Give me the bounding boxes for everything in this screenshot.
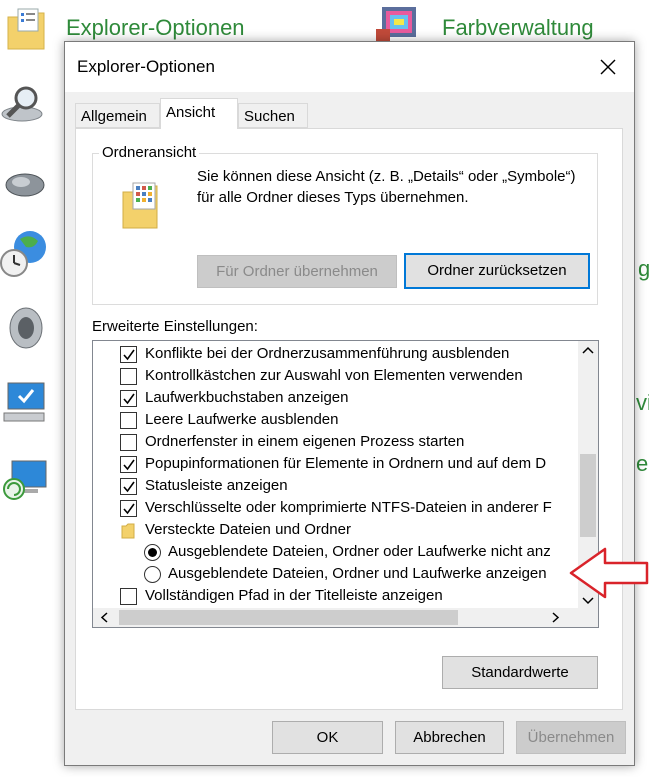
scroll-right-icon[interactable] [545, 608, 565, 627]
scroll-left-icon[interactable] [95, 608, 115, 627]
checkbox-unchecked[interactable] [120, 412, 137, 429]
folder-view-legend: Ordneransicht [99, 144, 200, 161]
folder-view-description: Sie können diese Ansicht (z. B. „Details… [197, 168, 576, 206]
list-item[interactable]: Vollständigen Pfad in der Titelleiste an… [93, 586, 563, 608]
folder-view-icon [121, 182, 159, 234]
checkbox-checked[interactable] [120, 500, 137, 517]
dialog-titlebar[interactable]: Explorer-Optionen [65, 42, 634, 92]
computer-icon[interactable] [2, 381, 48, 429]
list-item-label: Statusleiste anzeigen [145, 477, 288, 494]
list-item[interactable]: Ausgeblendete Dateien, Ordner und Laufwe… [93, 564, 563, 586]
checkbox-unchecked[interactable] [120, 588, 137, 605]
list-item[interactable]: Verschlüsselte oder komprimierte NTFS-Da… [93, 498, 563, 520]
checkbox-checked[interactable] [120, 346, 137, 363]
background-text-fragment: er [636, 451, 649, 476]
close-button[interactable] [588, 47, 628, 87]
checkbox-unchecked[interactable] [120, 434, 137, 451]
list-item-label: Ordnerfenster in einem eigenen Prozess s… [145, 433, 465, 450]
mouse-icon[interactable] [4, 170, 46, 204]
list-item[interactable]: Laufwerkbuchstaben anzeigen [93, 388, 563, 410]
sound-icon[interactable] [6, 306, 46, 354]
control-panel-link-color-management[interactable]: Farbverwaltung [442, 15, 594, 41]
checkbox-checked[interactable] [120, 456, 137, 473]
apply-button[interactable]: Übernehmen [516, 721, 626, 754]
ok-button[interactable]: OK [272, 721, 383, 754]
restore-defaults-button[interactable]: Standardwerte [442, 656, 598, 689]
list-item-label: Vollständigen Pfad in der Titelleiste an… [145, 587, 443, 604]
list-item-label: Konflikte bei der Ordnerzusammenführung … [145, 345, 510, 362]
apply-to-folders-button[interactable]: Für Ordner übernehmen [197, 255, 397, 288]
background-text-fragment: g [638, 256, 649, 281]
list-item-label: Leere Laufwerke ausblenden [145, 411, 339, 428]
list-item-label: Versteckte Dateien und Ordner [145, 521, 351, 538]
list-item[interactable]: Versteckte Dateien und Ordner [93, 520, 563, 542]
list-item-label: Ausgeblendete Dateien, Ordner oder Laufw… [168, 543, 551, 560]
region-clock-icon[interactable] [0, 229, 50, 283]
radio-unselected[interactable] [144, 566, 161, 583]
advanced-settings-label: Erweiterte Einstellungen: [92, 318, 258, 335]
list-item[interactable]: Leere Laufwerke ausblenden [93, 410, 563, 432]
horizontal-scrollbar[interactable] [93, 608, 598, 627]
list-item[interactable]: Popupinformationen für Elemente in Ordne… [93, 454, 563, 476]
cancel-button[interactable]: Abbrechen [395, 721, 504, 754]
list-item[interactable]: Kontrollkästchen zur Auswahl von Element… [93, 366, 563, 388]
list-item-label: Ausgeblendete Dateien, Ordner und Laufwe… [168, 565, 547, 582]
checkbox-checked[interactable] [120, 478, 137, 495]
tab-strip: Allgemein Ansicht Suchen [75, 98, 623, 129]
radio-selected[interactable] [144, 544, 161, 561]
checkbox-unchecked[interactable] [120, 368, 137, 385]
view-tab-panel: Ordneransicht Sie können diese Ansicht (… [75, 128, 623, 710]
background-text-fragment: vig [636, 390, 649, 415]
explorer-options-dialog: Explorer-Optionen Allgemein Ansicht Such… [64, 41, 635, 766]
folder-view-group: Ordneransicht Sie können diese Ansicht (… [92, 144, 598, 305]
list-item[interactable]: Ordnerfenster in einem eigenen Prozess s… [93, 432, 563, 454]
list-item[interactable]: Statusleiste anzeigen [93, 476, 563, 498]
reset-folders-button[interactable]: Ordner zurücksetzen [404, 253, 590, 289]
tab-search[interactable]: Suchen [238, 103, 308, 128]
list-item[interactable]: Ausgeblendete Dateien, Ordner oder Laufw… [93, 542, 563, 564]
list-item-label: Verschlüsselte oder komprimierte NTFS-Da… [145, 499, 552, 516]
list-item-label: Popupinformationen für Elemente in Ordne… [145, 455, 547, 472]
control-panel-link-explorer-options[interactable]: Explorer-Optionen [66, 15, 245, 41]
horizontal-scroll-thumb[interactable] [119, 610, 458, 625]
indexing-icon[interactable] [0, 84, 46, 128]
tab-view[interactable]: Ansicht [160, 98, 238, 129]
tab-general[interactable]: Allgemein [75, 103, 160, 128]
annotation-arrow-icon [569, 547, 649, 599]
restore-icon[interactable] [2, 459, 48, 507]
folder-options-icon[interactable] [6, 7, 46, 55]
list-item-label: Kontrollkästchen zur Auswahl von Element… [145, 367, 523, 384]
list-item-label: Laufwerkbuchstaben anzeigen [145, 389, 349, 406]
list-item[interactable]: Konflikte bei der Ordnerzusammenführung … [93, 344, 563, 366]
checkbox-checked[interactable] [120, 390, 137, 407]
dialog-title: Explorer-Optionen [77, 57, 215, 76]
close-icon [600, 59, 616, 75]
advanced-settings-list[interactable]: Konflikte bei der Ordnerzusammenführung … [92, 340, 599, 628]
scroll-up-icon[interactable] [578, 341, 598, 361]
vertical-scroll-thumb[interactable] [580, 454, 596, 537]
folder-icon [121, 523, 135, 543]
